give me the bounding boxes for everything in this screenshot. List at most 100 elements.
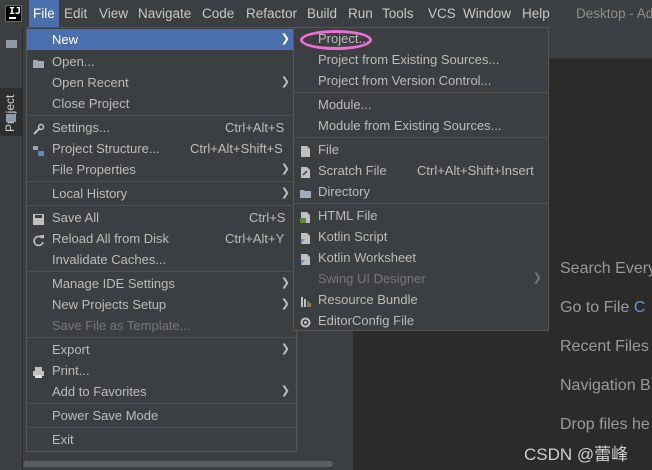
horizontal-scrollbar[interactable]	[23, 458, 353, 470]
folder-icon	[32, 55, 45, 68]
filemenu-item-print[interactable]: Print...	[27, 360, 296, 381]
menu-item-label: Scratch File	[318, 163, 387, 178]
menu-file[interactable]: File	[29, 0, 59, 28]
file-icon	[299, 143, 312, 157]
filemenu-item-new-projects-setup[interactable]: New Projects Setup ❯	[27, 294, 296, 315]
menu-item-label: Resource Bundle	[318, 292, 418, 307]
menu-code[interactable]: Code	[198, 0, 238, 28]
filemenu-item-project-structure[interactable]: Project Structure... Ctrl+Alt+Shift+S	[27, 138, 296, 159]
filemenu-item-exit[interactable]: Exit	[27, 429, 296, 450]
chevron-right-icon: ❯	[280, 33, 290, 45]
highlight-circle	[300, 30, 372, 50]
menu-item-label: Print...	[52, 363, 90, 378]
project-tool-tab[interactable]: Project	[0, 88, 22, 136]
filemenu-item-open-recent[interactable]: Open Recent ❯	[27, 72, 296, 93]
menu-separator	[294, 203, 548, 204]
folder-icon	[6, 114, 16, 122]
menu-item-label: Local History	[52, 186, 128, 201]
filemenu-item-close-project[interactable]: Close Project	[27, 93, 296, 114]
newmenu-item-module-from-existing-sources[interactable]: Module from Existing Sources...	[294, 115, 548, 136]
filemenu-item-save-file-as-template: Save File as Template...	[27, 315, 296, 336]
menu-item-label: Add to Favorites	[52, 384, 147, 399]
filemenu-item-save-all[interactable]: Save All Ctrl+S	[27, 207, 296, 228]
newmenu-item-directory[interactable]: Directory	[294, 181, 548, 202]
menu-item-label: File	[318, 142, 339, 157]
printer-icon	[32, 364, 45, 378]
menu-item-label: Open...	[52, 54, 95, 69]
menu-navigate[interactable]: Navigate	[134, 0, 195, 28]
new-submenu: Project... Project from Existing Sources.…	[293, 27, 549, 331]
newmenu-item-project-from-existing-sources[interactable]: Project from Existing Sources...	[294, 49, 548, 70]
menu-item-shortcut: Ctrl+Alt+Y	[225, 231, 285, 246]
menu-item-label: Export	[52, 342, 90, 357]
menu-separator	[294, 92, 548, 93]
editorconfig-icon	[299, 314, 312, 328]
menu-separator	[27, 427, 296, 428]
newmenu-item-resource-bundle[interactable]: Resource Bundle	[294, 289, 548, 310]
newmenu-item-kotlin-script[interactable]: Kotlin Script	[294, 226, 548, 247]
menu-item-label: Open Recent	[52, 75, 129, 90]
kotlin-worksheet-icon	[299, 251, 312, 265]
menu-item-label: File Properties	[52, 162, 136, 177]
kotlin-script-icon	[299, 230, 312, 244]
newmenu-item-html-file[interactable]: HTML File	[294, 205, 548, 226]
filemenu-item-power-save-mode[interactable]: Power Save Mode	[27, 405, 296, 426]
filemenu-item-new[interactable]: New ❯	[27, 29, 296, 50]
menu-item-shortcut: Ctrl+Alt+S	[225, 120, 285, 135]
newmenu-item-scratch-file[interactable]: Scratch File Ctrl+Alt+Shift+Insert	[294, 160, 548, 181]
newmenu-item-file[interactable]: File	[294, 139, 548, 160]
chevron-right-icon: ❯	[280, 385, 290, 397]
menu-refactor[interactable]: Refactor	[242, 0, 301, 28]
newmenu-item-module[interactable]: Module...	[294, 94, 548, 115]
filemenu-item-add-to-favorites[interactable]: Add to Favorites ❯	[27, 381, 296, 402]
hint-recent-files: Recent Files	[560, 338, 649, 355]
menu-item-label: Kotlin Worksheet	[318, 250, 417, 265]
menu-run[interactable]: Run	[344, 0, 377, 28]
newmenu-item-kotlin-worksheet[interactable]: Kotlin Worksheet	[294, 247, 548, 268]
menu-separator	[27, 403, 296, 404]
menu-item-label: Save All	[52, 210, 99, 225]
menu-item-shortcut: Ctrl+Alt+Shift+S	[190, 141, 283, 156]
left-tool-strip: Project	[0, 28, 23, 470]
hint-go-to-file: Go to File C	[560, 299, 646, 316]
chevron-right-icon: ❯	[280, 187, 290, 199]
menu-item-label: Project from Existing Sources...	[318, 52, 500, 67]
newmenu-item-project-from-version-control[interactable]: Project from Version Control...	[294, 70, 548, 91]
chevron-right-icon: ❯	[532, 272, 542, 284]
menu-separator	[27, 337, 296, 338]
filemenu-item-invalidate-caches[interactable]: Invalidate Caches...	[27, 249, 296, 270]
reload-icon	[32, 232, 45, 247]
filemenu-item-settings[interactable]: Settings... Ctrl+Alt+S	[27, 117, 296, 138]
scrollbar-thumb[interactable]	[23, 461, 333, 467]
chevron-right-icon: ❯	[280, 343, 290, 355]
filemenu-item-reload-all-from-disk[interactable]: Reload All from Disk Ctrl+Alt+Y	[27, 228, 296, 249]
filemenu-item-open[interactable]: Open...	[27, 51, 296, 72]
menu-help[interactable]: Help	[518, 0, 554, 28]
menu-tools[interactable]: Tools	[378, 0, 418, 28]
menu-view[interactable]: View	[95, 0, 132, 28]
menu-vcs[interactable]: VCS	[424, 0, 460, 28]
hint-search-everywhere: Search Every	[560, 260, 652, 277]
hint-drop-files: Drop files he	[560, 416, 650, 433]
menu-separator	[27, 115, 296, 116]
chevron-right-icon: ❯	[280, 76, 290, 88]
menu-bar: IJ File Edit View Navigate Code Refactor…	[0, 0, 652, 28]
menu-build[interactable]: Build	[303, 0, 341, 28]
menu-edit[interactable]: Edit	[60, 0, 91, 28]
newmenu-item-swing-ui-designer: Swing UI Designer ❯	[294, 268, 548, 289]
menu-item-shortcut: Ctrl+Alt+Shift+Insert	[417, 163, 534, 178]
folder-icon	[6, 40, 17, 48]
filemenu-item-manage-ide-settings[interactable]: Manage IDE Settings ❯	[27, 273, 296, 294]
filemenu-item-file-properties[interactable]: File Properties ❯	[27, 159, 296, 180]
html-file-icon	[299, 209, 312, 223]
filemenu-item-local-history[interactable]: Local History ❯	[27, 183, 296, 204]
newmenu-item-editorconfig-file[interactable]: EditorConfig File	[294, 310, 548, 331]
menu-item-label: Project from Version Control...	[318, 73, 492, 88]
menu-window[interactable]: Window	[459, 0, 515, 28]
menu-item-label: HTML File	[318, 208, 378, 223]
filemenu-item-export[interactable]: Export ❯	[27, 339, 296, 360]
menu-item-label: New Projects Setup	[52, 297, 167, 312]
menu-item-label: Kotlin Script	[318, 229, 388, 244]
menu-item-shortcut: Ctrl+S	[249, 210, 286, 225]
directory-icon	[299, 185, 312, 198]
